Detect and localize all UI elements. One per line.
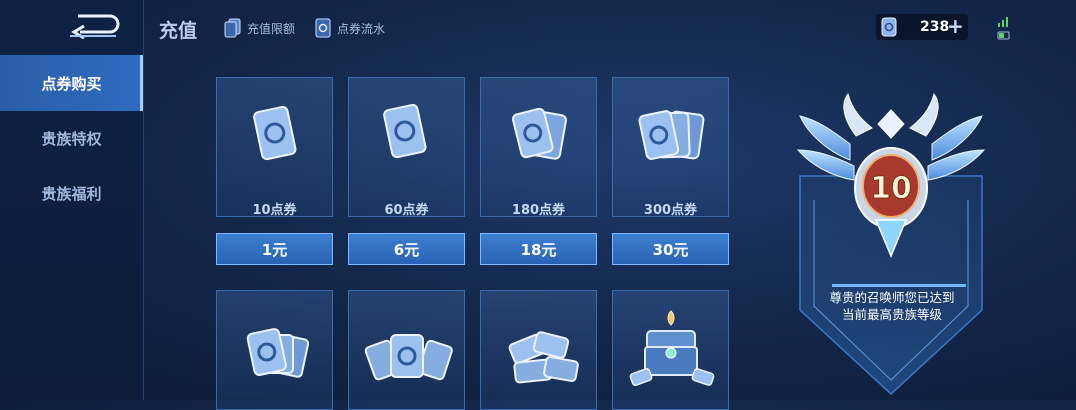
product-label: 180点券 [511, 203, 566, 218]
currency-display: 238 + [876, 14, 968, 40]
product-label: 300点券 [643, 203, 698, 218]
voucher-card-icon [383, 103, 427, 159]
noble-divider [832, 284, 966, 287]
product-card-60[interactable] [348, 77, 465, 217]
product-card-180[interactable] [480, 77, 597, 217]
price-label: 1元 [261, 240, 288, 259]
back-icon[interactable] [66, 10, 120, 40]
noble-status-message: 尊贵的召唤师您已达到 当前最高贵族等级 [815, 289, 969, 323]
product-card-300[interactable] [612, 77, 729, 217]
treasure-chest-icon [629, 310, 715, 386]
voucher-history-label: 点券流水 [337, 21, 386, 36]
price-button-30[interactable]: 30元 [612, 233, 729, 265]
product-card-stack[interactable] [480, 290, 597, 410]
recharge-limit-label: 充值限额 [247, 21, 296, 36]
voucher-stack-icon [508, 331, 579, 384]
ticket-icon [315, 18, 331, 38]
noble-level-number: 10 [870, 171, 912, 206]
page-title: 充值 [159, 20, 198, 42]
noble-message-line1: 尊贵的召唤师您已达到 [829, 290, 955, 305]
sidebar-item-noble-benefits[interactable]: 贵族福利 [0, 165, 143, 221]
voucher-pile-icon [364, 334, 453, 381]
currency-amount: 238 [920, 19, 950, 35]
voucher-cards-icon [638, 110, 705, 160]
product-label: 60点券 [384, 203, 429, 218]
price-button-18[interactable]: 18元 [480, 233, 597, 265]
signal-battery-icon [997, 17, 1010, 40]
noble-level-banner: 10 [796, 92, 986, 396]
sidebar-item-noble-privileges[interactable]: 贵族特权 [0, 110, 143, 166]
product-label: 10点券 [252, 203, 297, 218]
noble-message-line2: 当前最高贵族等级 [841, 307, 942, 322]
voucher-card-icon [253, 105, 297, 161]
product-card-chest[interactable] [612, 290, 729, 410]
sidebar-item-label: 贵族福利 [41, 184, 102, 203]
price-label: 6元 [393, 240, 420, 259]
product-card-10[interactable] [216, 77, 333, 217]
product-card-fan[interactable] [216, 290, 333, 410]
sidebar-item-label: 贵族特权 [41, 129, 102, 148]
voucher-cards-icon [511, 107, 567, 160]
sidebar-item-label: 点券购买 [41, 74, 102, 93]
voucher-icon [881, 17, 897, 37]
sidebar: 点券购买 贵族特权 贵族福利 [0, 0, 144, 400]
price-label: 30元 [652, 240, 689, 259]
voucher-fan-icon [246, 328, 310, 378]
price-button-6[interactable]: 6元 [348, 233, 465, 265]
price-label: 18元 [520, 240, 557, 259]
product-card-pile[interactable] [348, 290, 465, 410]
voucher-history-link[interactable]: 点券流水 [314, 18, 385, 38]
sidebar-item-buy-vouchers[interactable]: 点券购买 [0, 55, 143, 111]
recharge-limit-link[interactable]: 充值限额 [224, 18, 295, 38]
plus-icon[interactable]: + [947, 16, 964, 36]
card-icon [224, 18, 241, 38]
price-button-1[interactable]: 1元 [216, 233, 333, 265]
